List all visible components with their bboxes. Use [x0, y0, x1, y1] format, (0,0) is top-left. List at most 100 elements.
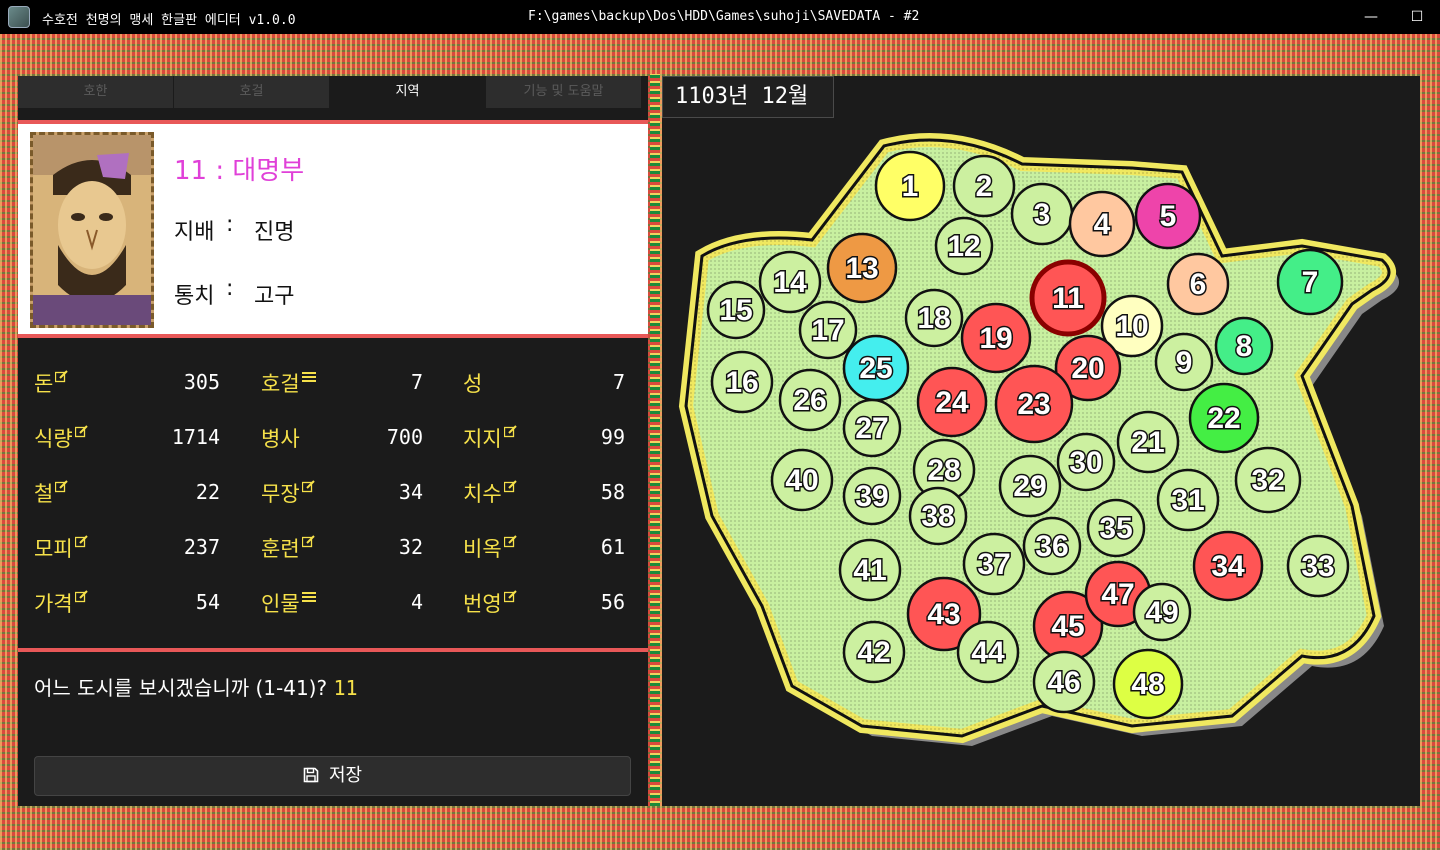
region-label-8: 8 — [1236, 330, 1253, 363]
minimize-button[interactable]: — — [1348, 0, 1394, 34]
region-label-46: 46 — [1047, 666, 1080, 699]
stat-label-iron[interactable]: 철 — [34, 478, 69, 508]
edit-icon[interactable] — [301, 535, 315, 548]
stat-value-support: 99 — [600, 425, 625, 449]
region-label-37: 37 — [977, 548, 1010, 581]
stat-label-soldiers: 병사 — [261, 427, 300, 451]
stat-label-food[interactable]: 식량 — [34, 423, 88, 453]
region-label-7: 7 — [1302, 266, 1319, 299]
prompt-text: 어느 도시를 보시겠습니까 (1-41)? — [34, 676, 328, 700]
list-icon[interactable] — [301, 372, 316, 382]
app-title: 수호전 천명의 맹세 한글판 에디터 v1.0.0 — [42, 13, 296, 28]
edit-icon[interactable] — [74, 590, 88, 603]
region-label-9: 9 — [1176, 346, 1193, 379]
region-label-42: 42 — [857, 636, 890, 669]
stat-label-heroes[interactable]: 호걸 — [261, 368, 316, 398]
region-label-13: 13 — [845, 252, 878, 285]
region-label-26: 26 — [793, 384, 826, 417]
stat-label-money[interactable]: 돈 — [34, 368, 69, 398]
tab-hogeol[interactable]: 호걸 — [174, 76, 330, 108]
governor-label: 통치 — [174, 284, 215, 309]
save-button[interactable]: 저장 — [34, 756, 631, 796]
region-label-24: 24 — [935, 386, 969, 419]
frame-divider — [650, 74, 660, 806]
edit-icon[interactable] — [55, 480, 69, 493]
edit-icon[interactable] — [301, 480, 315, 493]
region-label-3: 3 — [1034, 198, 1051, 231]
maximize-button[interactable]: ☐ — [1394, 0, 1440, 34]
governor-separator: : — [226, 276, 234, 301]
stat-value-iron: 22 — [195, 480, 220, 504]
region-label-34: 34 — [1211, 550, 1245, 583]
edit-icon[interactable] — [74, 535, 88, 548]
stat-label-fur[interactable]: 모피 — [34, 533, 88, 563]
region-label-49: 49 — [1145, 596, 1178, 629]
region-label-33: 33 — [1301, 550, 1334, 583]
region-label-23: 23 — [1017, 388, 1050, 421]
edit-icon[interactable] — [503, 535, 517, 548]
left-panel: 호한 호걸 지역 기능 및 도움말 11 : 대명부 지배 : 진명 통치 : — [18, 76, 648, 806]
stat-label-training[interactable]: 훈련 — [261, 533, 315, 563]
stats-grid: 돈 305 식량 1714 철 22 모피 237 가격 54 호걸 7 병사 … — [18, 344, 648, 644]
edit-icon[interactable] — [503, 590, 517, 603]
stat-label-people[interactable]: 인물 — [261, 588, 316, 618]
stat-value-prosperity: 56 — [600, 590, 625, 614]
tab-region[interactable]: 지역 — [330, 76, 486, 108]
stat-value-price: 54 — [195, 590, 220, 614]
region-label-45: 45 — [1051, 610, 1084, 643]
prompt-answer[interactable]: 11 — [333, 676, 357, 700]
ruler-label: 지배 — [174, 220, 215, 245]
region-label-22: 22 — [1207, 402, 1240, 435]
region-label-43: 43 — [927, 598, 960, 631]
tab-help[interactable]: 기능 및 도움말 — [486, 76, 642, 108]
governor-value: 고구 — [254, 284, 295, 309]
region-label-20: 20 — [1071, 352, 1104, 385]
tab-hohan[interactable]: 호한 — [18, 76, 174, 108]
divider — [18, 334, 648, 338]
stat-label-fertility[interactable]: 비옥 — [463, 533, 517, 563]
stat-value-heroes: 7 — [410, 370, 423, 394]
edit-icon[interactable] — [74, 425, 88, 438]
region-label-36: 36 — [1035, 530, 1068, 563]
stat-value-money: 305 — [183, 370, 220, 394]
region-label-41: 41 — [853, 554, 886, 587]
ruler-separator: : — [226, 212, 234, 237]
save-icon — [303, 767, 319, 783]
region-map: 1 23 4 56 7891011121314151617 181920212223242… — [678, 133, 1400, 746]
stat-label-support[interactable]: 지지 — [463, 423, 517, 453]
region-label-38: 38 — [921, 500, 954, 533]
stat-value-castle: 7 — [612, 370, 625, 394]
stat-label-price[interactable]: 가격 — [34, 588, 88, 618]
region-label-11: 11 — [1052, 282, 1084, 315]
governor-portrait — [30, 132, 154, 328]
divider — [18, 648, 648, 652]
region-label-27: 27 — [855, 412, 888, 445]
save-label: 저장 — [328, 765, 363, 786]
region-label-47: 47 — [1101, 578, 1134, 611]
region-label-5: 5 — [1160, 200, 1177, 233]
edit-icon[interactable] — [503, 480, 517, 493]
region-label-2: 2 — [976, 170, 993, 203]
region-label-31: 31 — [1171, 484, 1204, 517]
tab-bar: 호한 호걸 지역 기능 및 도움말 — [18, 76, 648, 108]
map-panel: 1 2 3 4 5 6 7 8 9 10 11 12 13 14 15 16 17 18 19 20 21 22 23 24 2… — [662, 76, 1420, 806]
edit-icon[interactable] — [503, 425, 517, 438]
list-icon[interactable] — [301, 592, 316, 602]
ruler-value: 진명 — [254, 220, 295, 245]
region-label-18: 18 — [917, 302, 950, 335]
region-label-48: 48 — [1131, 668, 1164, 701]
stat-value-people: 4 — [410, 590, 423, 614]
stat-value-flood-control: 58 — [600, 480, 625, 504]
region-label-12: 12 — [947, 230, 980, 263]
region-label-15: 15 — [719, 294, 752, 327]
edit-icon[interactable] — [55, 370, 69, 383]
stat-label-prosperity[interactable]: 번영 — [463, 588, 517, 618]
region-label-35: 35 — [1099, 512, 1132, 545]
region-label-32: 32 — [1251, 464, 1284, 497]
region-label-14: 14 — [773, 266, 807, 299]
region-label-21: 21 — [1131, 426, 1164, 459]
region-label-6: 6 — [1190, 268, 1207, 301]
stat-label-arms[interactable]: 무장 — [261, 478, 315, 508]
stat-label-flood-control[interactable]: 치수 — [463, 478, 517, 508]
region-label-25: 25 — [859, 352, 892, 385]
